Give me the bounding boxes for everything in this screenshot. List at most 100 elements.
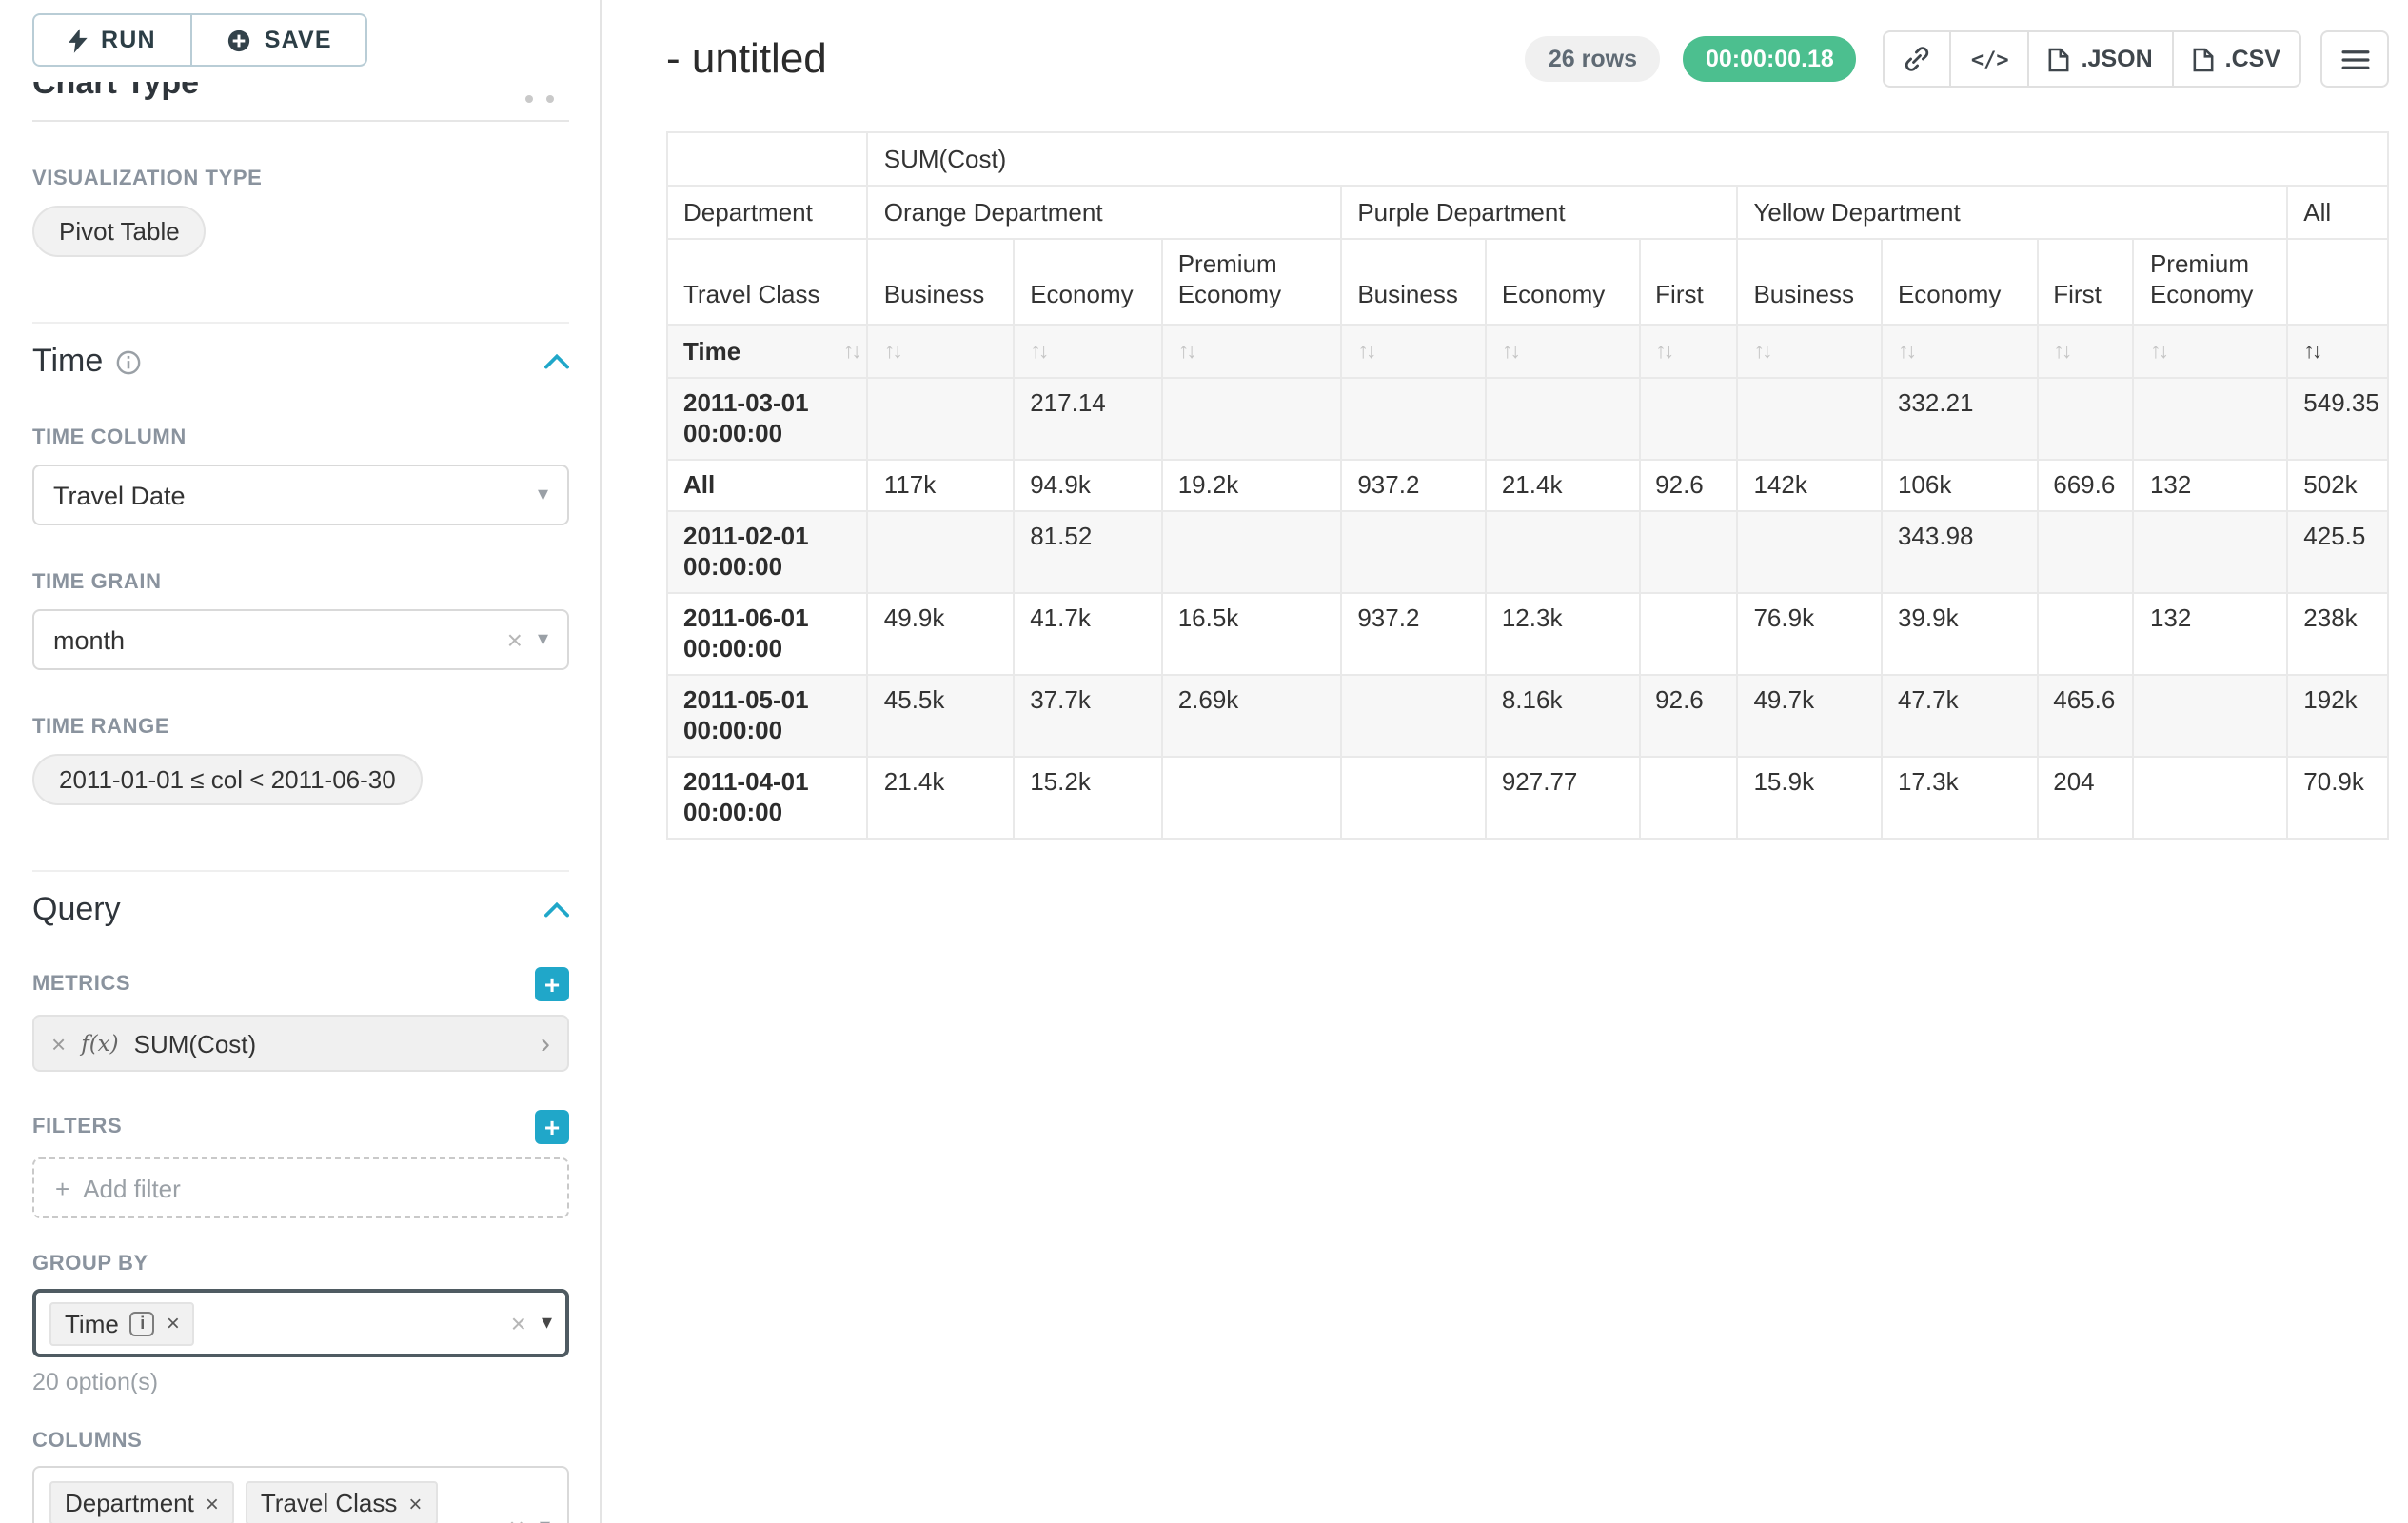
pivot-col-header: Business (1737, 239, 1882, 325)
query-section-title: Query (32, 891, 121, 929)
sort-icon[interactable]: ↑↓ (1753, 341, 1769, 364)
pivot-cell (1341, 675, 1486, 757)
chevron-up-icon[interactable] (544, 354, 569, 369)
pivot-cell (1639, 757, 1737, 839)
viz-type-pill[interactable]: Pivot Table (32, 206, 207, 257)
metric-item[interactable]: × f(x) SUM(Cost) › (32, 1015, 569, 1072)
pivot-cell: 2.69k (1162, 675, 1342, 757)
section-title-chart-type: Chart Type (32, 82, 569, 103)
pivot-cell: 19.2k (1162, 460, 1342, 511)
run-save-toolbar: RUN SAVE (32, 13, 569, 67)
pivot-row: 2011-06-01 00:00:0049.9k41.7k16.5k937.21… (667, 593, 2388, 675)
chart-title[interactable]: - untitled (666, 34, 827, 84)
pivot-cell (1737, 511, 1882, 593)
chevron-down-icon[interactable]: ▾ (540, 1516, 550, 1523)
chevron-right-icon[interactable]: › (541, 1029, 550, 1058)
pivot-cell (2134, 675, 2287, 757)
chevron-down-icon[interactable]: ▾ (538, 485, 548, 505)
pivot-cell (1639, 593, 1737, 675)
embed-code-button[interactable]: </> (1950, 30, 2030, 88)
time-grain-select[interactable]: month × ▾ (32, 609, 569, 670)
pivot-cell (1737, 378, 1882, 460)
columns-select[interactable]: Department × Travel Class × × ▾ (32, 1466, 569, 1523)
pivot-group-header: Yellow Department (1737, 186, 2287, 239)
chevron-down-icon[interactable]: ▾ (538, 629, 548, 650)
pivot-cell: 15.2k (1014, 757, 1161, 839)
pivot-group-header: Purple Department (1341, 186, 1737, 239)
pivot-cell: 425.5 (2287, 511, 2388, 593)
pivot-corner-cell (667, 132, 868, 186)
pivot-cell (2134, 511, 2287, 593)
function-icon: f(x) (81, 1030, 118, 1057)
plus-icon: + (55, 1174, 69, 1202)
pivot-cell (2037, 511, 2134, 593)
pivot-table: SUM(Cost)DepartmentOrange DepartmentPurp… (666, 131, 2389, 840)
time-range-label: TIME RANGE (32, 716, 569, 739)
remove-tag-icon[interactable]: × (167, 1312, 180, 1335)
more-options-button[interactable] (2320, 30, 2389, 88)
pivot-cell: 502k (2287, 460, 2388, 511)
pivot-cell (2037, 378, 2134, 460)
pivot-cell: 669.6 (2037, 460, 2134, 511)
time-column-select[interactable]: Travel Date ▾ (32, 465, 569, 525)
pivot-cell: 106k (1882, 460, 2037, 511)
pivot-cell: 39.9k (1882, 593, 2037, 675)
pivot-col-header: Economy (1014, 239, 1161, 325)
sort-icon[interactable]: ↑↓ (843, 336, 859, 366)
sort-icon[interactable]: ↑↓ (2150, 341, 2166, 364)
sort-icon[interactable]: ↑↓ (1898, 341, 1914, 364)
remove-tag-icon[interactable]: × (408, 1492, 422, 1514)
pivot-cell: 132 (2134, 460, 2287, 511)
save-button[interactable]: SAVE (190, 13, 368, 67)
time-grain-label: TIME GRAIN (32, 571, 569, 594)
pivot-cell: 21.4k (868, 757, 1014, 839)
run-button[interactable]: RUN (32, 13, 192, 67)
remove-metric-icon[interactable]: × (51, 1031, 66, 1056)
pivot-cell: 937.2 (1341, 460, 1486, 511)
sort-icon[interactable]: ↑↓ (1178, 341, 1194, 364)
export-json-button[interactable]: .JSON (2028, 30, 2174, 88)
export-csv-button[interactable]: .CSV (2172, 30, 2301, 88)
pivot-col-header: Premium Economy (2134, 239, 2287, 325)
pivot-cell: 927.77 (1486, 757, 1639, 839)
sort-icon[interactable]: ↑↓ (884, 341, 900, 364)
time-range-pill[interactable]: 2011-01-01 ≤ col < 2011-06-30 (32, 754, 423, 805)
info-icon[interactable] (116, 349, 141, 374)
group-by-select[interactable]: Time i × × ▾ (32, 1289, 569, 1357)
add-filter-button[interactable]: + (535, 1110, 569, 1144)
sort-icon[interactable]: ↑↓ (1030, 341, 1046, 364)
clear-icon[interactable]: × (507, 626, 523, 653)
pivot-cell (2134, 378, 2287, 460)
pivot-cell (2037, 593, 2134, 675)
column-dimension-label: Department (667, 186, 868, 239)
pivot-cell (2134, 757, 2287, 839)
pivot-cell: 70.9k (2287, 757, 2388, 839)
sort-icon[interactable]: ↑↓ (2053, 341, 2069, 364)
copy-link-button[interactable] (1884, 30, 1952, 88)
sort-icon[interactable]: ↑↓ (1502, 341, 1518, 364)
sort-icon[interactable]: ↑↓ (1655, 341, 1671, 364)
columns-label: COLUMNS (32, 1430, 569, 1453)
explore-view: RUN SAVE Chart Type VISUALIZATION TYPE P… (0, 0, 2408, 1523)
pivot-row-label: 2011-04-01 00:00:00 (667, 757, 868, 839)
pivot-cell: 41.7k (1014, 593, 1161, 675)
sort-icon[interactable]: ↑↓ (1357, 341, 1373, 364)
pivot-sorter-cell: ↑↓ (1486, 325, 1639, 378)
clear-icon[interactable]: × (509, 1513, 524, 1523)
pivot-cell (1341, 757, 1486, 839)
chevron-down-icon[interactable]: ▾ (542, 1313, 552, 1334)
remove-tag-icon[interactable]: × (206, 1492, 219, 1514)
info-icon[interactable]: i (130, 1311, 155, 1335)
pivot-cell: 15.9k (1737, 757, 1882, 839)
sort-icon[interactable]: ↑↓ (2303, 341, 2319, 364)
menu-icon (2340, 49, 2369, 69)
chevron-up-icon[interactable] (544, 902, 569, 918)
add-filter-dropzone[interactable]: + Add filter (32, 1157, 569, 1218)
clear-icon[interactable]: × (511, 1310, 526, 1336)
pivot-row-label: 2011-06-01 00:00:00 (667, 593, 868, 675)
pivot-sorter-cell: ↑↓ (1341, 325, 1486, 378)
pivot-cell (1486, 511, 1639, 593)
pivot-row: 2011-04-01 00:00:0021.4k15.2k 927.77 15.9k… (667, 757, 2388, 839)
link-icon (1905, 46, 1931, 72)
add-metric-button[interactable]: + (535, 967, 569, 1001)
